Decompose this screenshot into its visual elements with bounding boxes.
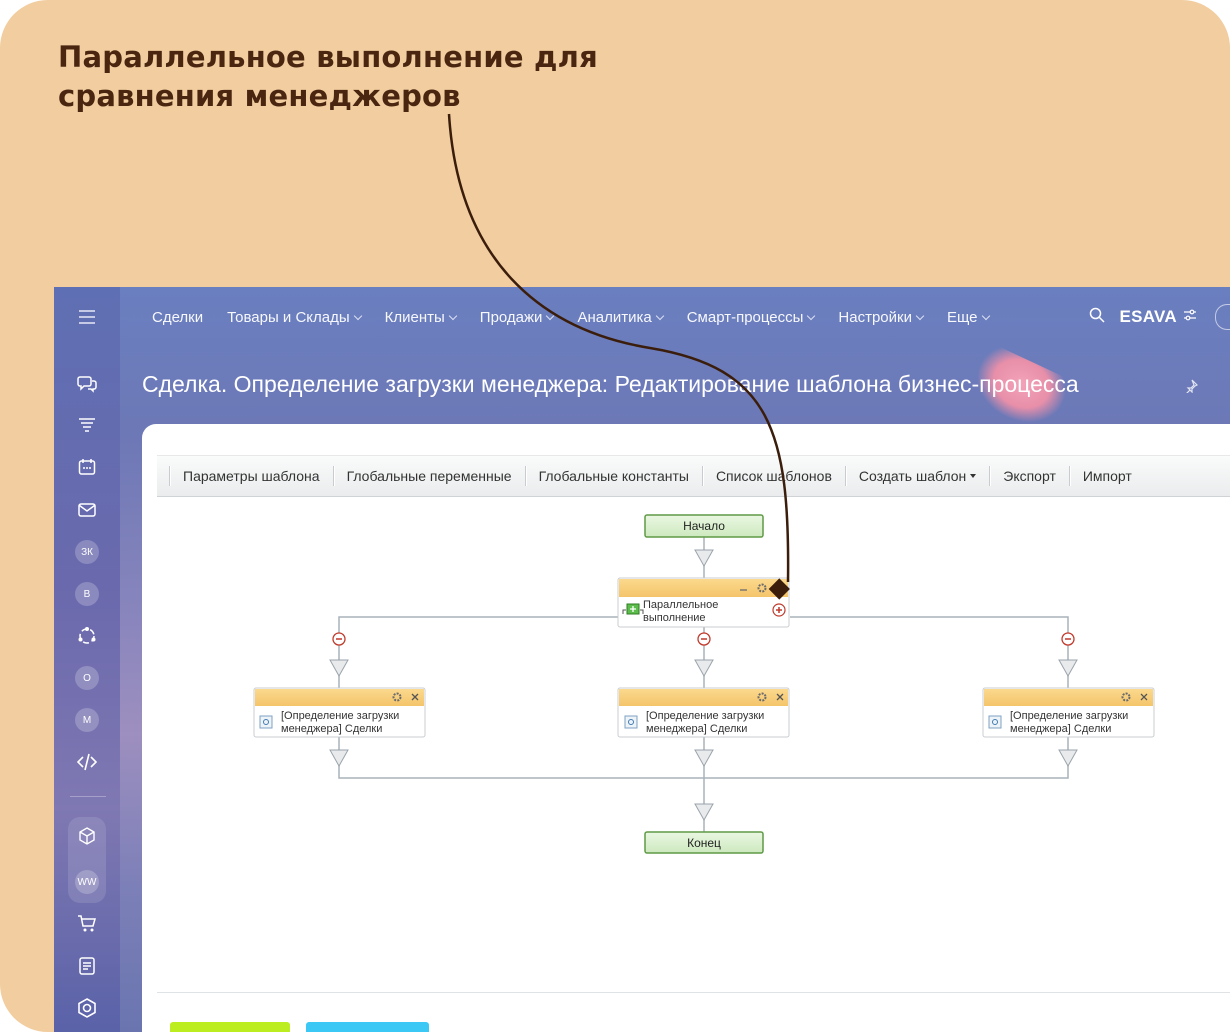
calendar-icon[interactable] <box>54 449 120 485</box>
arrow-marker <box>329 749 349 768</box>
sliders-icon[interactable] <box>1183 308 1197 326</box>
nav-label: Настройки <box>838 308 912 326</box>
profile-ring[interactable] <box>1215 304 1230 330</box>
start-label: Начало <box>683 519 725 533</box>
activity-label-line-1: [Определение загрузки <box>646 710 764 722</box>
avatar-m[interactable]: М <box>54 702 120 738</box>
save-button[interactable] <box>170 1022 290 1032</box>
activity-label-line-1: [Определение загрузки <box>281 710 399 722</box>
nav-products[interactable]: Товары и Склады <box>227 308 362 326</box>
chevron-down-icon <box>655 311 664 320</box>
nav-smart-processes[interactable]: Смарт-процессы <box>686 308 816 326</box>
promo-frame: Параллельное выполнение для сравнения ме… <box>0 0 1230 1032</box>
nav-label: Аналитика <box>577 308 652 326</box>
nav-clients[interactable]: Клиенты <box>384 308 458 326</box>
chevron-down-icon <box>546 311 555 320</box>
avatar-ww[interactable]: WW <box>54 864 120 900</box>
chevron-down-icon <box>807 311 816 320</box>
arrow-marker <box>329 659 349 678</box>
chevron-down-icon <box>448 311 458 320</box>
top-navigation: Сделки Товары и Склады Клиенты Продажи А… <box>120 287 1230 347</box>
avatar-label: В <box>75 582 99 606</box>
sidebar-divider <box>70 796 106 797</box>
nav-settings[interactable]: Настройки <box>838 308 925 326</box>
headline-line-1: Параллельное выполнение для <box>58 40 598 74</box>
cube-icon[interactable] <box>54 818 120 854</box>
arrow-marker <box>1058 659 1078 678</box>
activity-icon <box>259 715 273 729</box>
arrow-marker <box>694 549 714 568</box>
pin-icon[interactable] <box>1184 379 1199 398</box>
parallel-block[interactable]: Параллельное выполнение <box>617 577 790 628</box>
avatar-v[interactable]: В <box>54 576 120 612</box>
nav-sales[interactable]: Продажи <box>479 308 555 326</box>
nav-label: Товары и Склады <box>227 308 350 326</box>
page-title: Сделка. Определение загрузки менеджера: … <box>142 371 1079 397</box>
activity-label-line-2: менеджера] Сделки <box>1010 723 1111 735</box>
nav-label: Сделки <box>152 308 204 326</box>
arrow-marker <box>694 803 714 822</box>
left-sidebar: ЗК В О М WW <box>54 287 120 1032</box>
arrow-marker <box>694 749 714 768</box>
avatar-label: ЗК <box>75 540 99 564</box>
end-node[interactable]: Конец <box>644 831 764 854</box>
remove-branch-icons[interactable] <box>332 632 1075 646</box>
nav-label: Смарт-процессы <box>686 308 804 326</box>
apply-button[interactable] <box>306 1022 429 1032</box>
mail-icon[interactable] <box>54 492 120 528</box>
code-icon[interactable] <box>54 744 120 780</box>
parallel-label-line-1: Параллельное <box>643 599 718 611</box>
company-name[interactable]: ESAVA <box>1119 307 1177 327</box>
avatar-zk[interactable]: ЗК <box>54 534 120 570</box>
start-node[interactable]: Начало <box>644 514 764 538</box>
cart-icon[interactable] <box>54 906 120 942</box>
funnel-icon[interactable] <box>54 408 120 444</box>
nav-label: Еще <box>946 308 978 326</box>
avatar-label: О <box>75 666 99 690</box>
activity-label-line-2: менеджера] Сделки <box>281 723 382 735</box>
activity-icon <box>624 715 638 729</box>
nav-right: ESAVA <box>1089 287 1230 347</box>
avatar-label: М <box>75 708 99 732</box>
arrow-marker <box>1058 749 1078 768</box>
nav-analytics[interactable]: Аналитика <box>577 308 664 326</box>
document-icon[interactable] <box>54 948 120 984</box>
headline: Параллельное выполнение для сравнения ме… <box>58 38 598 116</box>
chat-icon[interactable] <box>54 366 120 402</box>
avatar-o[interactable]: О <box>54 660 120 696</box>
workflow-diagram: Начало Параллельное выполнение [Определе… <box>253 514 1155 854</box>
avatar-label: WW <box>75 870 99 894</box>
footer-divider <box>157 992 1230 993</box>
end-label: Конец <box>687 836 721 850</box>
headline-line-2: сравнения менеджеров <box>58 79 461 113</box>
parallel-label-line-2: выполнение <box>643 612 706 624</box>
nav-label: Продажи <box>479 308 543 326</box>
activity-icon <box>988 715 1002 729</box>
menu-icon[interactable] <box>54 299 120 335</box>
activity-label-line-2: менеджера] Сделки <box>646 723 747 735</box>
chevron-down-icon <box>981 311 990 320</box>
activity-block-1[interactable]: [Определение загрузки менеджера] Сделки <box>253 687 426 738</box>
sites-icon[interactable] <box>54 618 120 654</box>
nav-more[interactable]: Еще <box>946 308 990 326</box>
chevron-down-icon <box>353 311 362 320</box>
chevron-down-icon <box>915 311 925 320</box>
search-icon[interactable] <box>1089 307 1105 328</box>
activity-block-3[interactable]: [Определение загрузки менеджера] Сделки <box>982 687 1155 738</box>
nav-deals[interactable]: Сделки <box>152 309 203 326</box>
hexagon-icon[interactable] <box>54 990 120 1026</box>
activity-label-line-1: [Определение загрузки <box>1010 710 1128 722</box>
activity-block-2[interactable]: [Определение загрузки менеджера] Сделки <box>617 687 790 738</box>
arrow-marker <box>694 659 714 678</box>
nav-label: Клиенты <box>384 308 445 326</box>
